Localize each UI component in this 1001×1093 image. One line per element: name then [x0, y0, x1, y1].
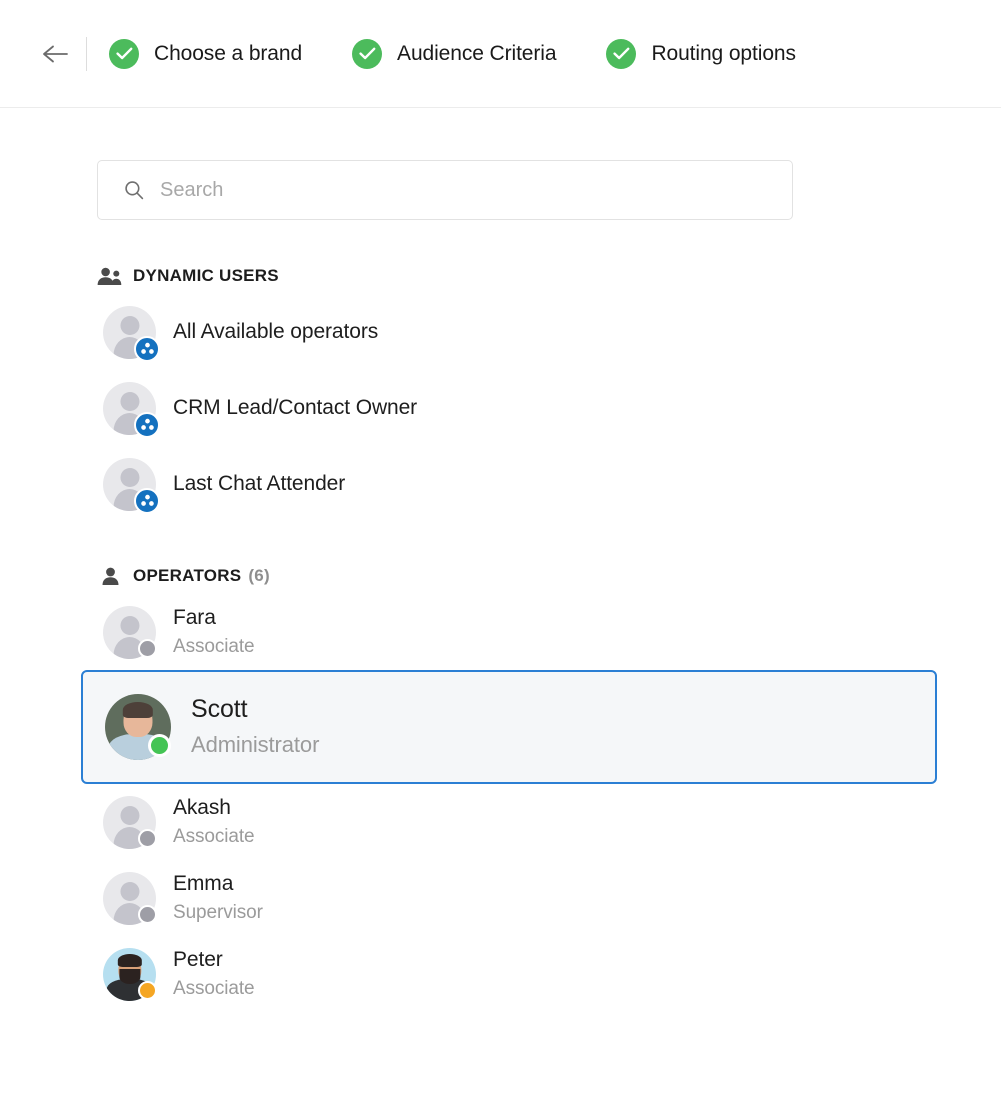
- operator-name: Fara: [173, 605, 216, 629]
- header-divider: [86, 36, 87, 71]
- step-label: Choose a brand: [154, 41, 303, 65]
- check-circle-icon: [352, 38, 383, 69]
- list-item-text: Scott Administrator: [191, 694, 319, 760]
- section-title: OPERATORS: [133, 566, 242, 585]
- avatar: [103, 871, 157, 925]
- list-item-operator-emma[interactable]: Emma Supervisor: [97, 860, 1001, 936]
- search-icon: [124, 180, 144, 200]
- dynamic-badge-icon: [134, 335, 160, 362]
- step-label: Routing options: [651, 41, 796, 65]
- list-item-text: Akash Associate: [173, 795, 255, 850]
- avatar-hair-shape: [122, 701, 154, 718]
- section-title: DYNAMIC USERS: [133, 266, 279, 285]
- list-item-operator-fara[interactable]: Fara Associate: [97, 594, 1001, 670]
- avatar: [103, 305, 160, 362]
- back-button[interactable]: [40, 39, 70, 69]
- list-item-label: All Available operators: [173, 320, 379, 343]
- operator-role: Administrator: [191, 732, 320, 758]
- operator-name: Akash: [173, 795, 231, 819]
- list-item-operator-peter[interactable]: Peter Associate: [97, 936, 1001, 1012]
- avatar: [103, 795, 157, 849]
- arrow-left-icon: [42, 45, 68, 63]
- avatar-beard-shape: [118, 968, 141, 984]
- avatar-hair-shape: [117, 953, 142, 967]
- list-item-operator-akash[interactable]: Akash Associate: [97, 784, 1001, 860]
- operator-name: Scott: [191, 695, 248, 724]
- status-badge: [138, 638, 157, 658]
- step-routing-options[interactable]: Routing options: [606, 38, 796, 69]
- avatar: [103, 605, 157, 659]
- section-header-dynamic-users: DYNAMIC USERS: [97, 266, 1001, 286]
- dynamic-badge-icon: [134, 411, 160, 438]
- operator-name: Peter: [173, 947, 223, 971]
- list-item-operator-scott[interactable]: Scott Administrator: [81, 670, 937, 784]
- status-badge: [138, 904, 157, 924]
- list-item-text: Peter Associate: [173, 947, 255, 1002]
- list-item-text: Emma Supervisor: [173, 871, 263, 926]
- step-audience-criteria[interactable]: Audience Criteria: [352, 38, 557, 69]
- routing-options-page: Choose a brand Audience Criteria Routing…: [0, 0, 1001, 1093]
- dynamic-badge-icon: [134, 487, 160, 514]
- wizard-header: Choose a brand Audience Criteria Routing…: [0, 0, 1001, 108]
- operator-role: Supervisor: [173, 901, 263, 923]
- list-item-label: CRM Lead/Contact Owner: [173, 396, 418, 419]
- step-choose-a-brand[interactable]: Choose a brand: [109, 38, 303, 69]
- list-item-crm-lead-contact-owner[interactable]: CRM Lead/Contact Owner: [97, 370, 1001, 446]
- search-field[interactable]: [97, 160, 793, 220]
- operator-role: Associate: [173, 635, 255, 657]
- status-badge: [148, 734, 171, 757]
- list-item-label: Last Chat Attender: [173, 472, 346, 495]
- section-count: (6): [248, 566, 270, 585]
- person-icon: [100, 567, 120, 586]
- step-label: Audience Criteria: [397, 41, 557, 65]
- wizard-steps: Choose a brand Audience Criteria Routing…: [109, 38, 796, 69]
- status-badge: [138, 980, 157, 1000]
- search-input[interactable]: [160, 161, 720, 219]
- avatar: [105, 694, 171, 760]
- check-circle-icon: [109, 38, 139, 69]
- list-item-last-chat-attender[interactable]: Last Chat Attender: [97, 446, 1001, 522]
- list-item-all-available-operators[interactable]: All Available operators: [97, 294, 1001, 370]
- status-badge: [138, 828, 157, 848]
- avatar: [103, 381, 160, 438]
- operator-name: Emma: [173, 871, 234, 895]
- avatar: [103, 457, 160, 514]
- page-body: DYNAMIC USERS All Available operators: [0, 108, 1001, 1012]
- list-item-text: Fara Associate: [173, 605, 255, 660]
- people-icon: [97, 267, 122, 286]
- check-circle-icon: [606, 38, 637, 69]
- operator-role: Associate: [173, 825, 255, 847]
- section-header-operators: OPERATORS (6): [97, 566, 1001, 586]
- operator-role: Associate: [173, 977, 255, 999]
- avatar: [103, 947, 157, 1001]
